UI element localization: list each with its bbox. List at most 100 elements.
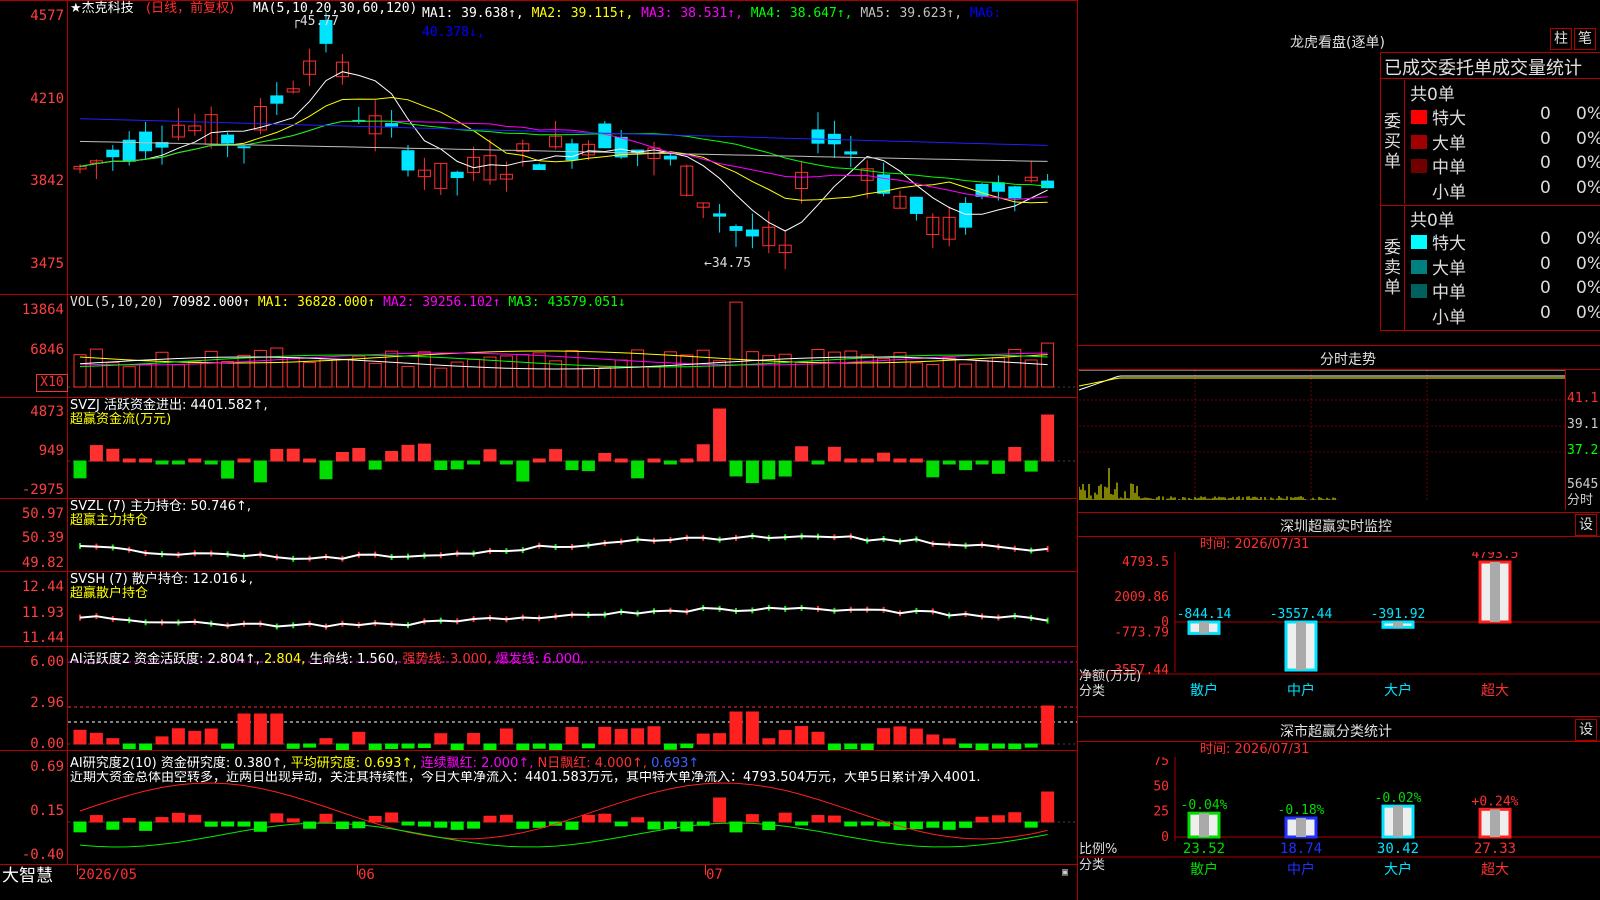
svsh-header: SVSH (7) 散户持仓: 12.016↓, (70, 572, 253, 587)
bar (253, 821, 267, 832)
bar (467, 460, 481, 465)
bar (450, 743, 464, 750)
bar (171, 364, 185, 388)
order-view-button[interactable]: 笔 (1574, 28, 1596, 50)
monitor-settings-button[interactable]: 设 (1575, 514, 1597, 536)
bar (89, 732, 103, 745)
bar (401, 444, 415, 462)
air-h-e: 0.693↑ (651, 756, 700, 771)
bar (614, 728, 628, 745)
bar (221, 361, 235, 388)
monitor-bar (1284, 620, 1318, 672)
sell-side-divider (1404, 206, 1405, 330)
monitor-y-tick: 2009.86 (1114, 590, 1169, 605)
candlestick-chart[interactable] (68, 1, 1077, 293)
bar (434, 821, 448, 828)
chart-mode[interactable]: (日线，前复权) (146, 2, 234, 16)
bar (581, 460, 595, 472)
lock-icon[interactable]: ▣ (1062, 868, 1072, 878)
classify-bar-chart[interactable]: 75 50 25 0 比例%分类 -0.04% 23.52 散户 -0.18% 18.74 中户 -0… (1079, 757, 1600, 900)
bar (663, 743, 677, 750)
bar (253, 460, 267, 483)
bar (647, 366, 661, 388)
candle-body (745, 229, 759, 237)
bar (647, 821, 661, 830)
monitor-ylabel: 净额(万元) (1079, 669, 1141, 684)
candle-body (139, 131, 153, 152)
longhu-box-top (1380, 52, 1600, 53)
monitor-y-tick: -773.79 (1114, 625, 1169, 640)
monitor-bar-chart[interactable]: 4793.52009.860-773.79-3557.44净额(万元)分类-84… (1079, 552, 1600, 712)
row-count: 0 (1540, 177, 1551, 198)
stock-title[interactable]: ★杰克科技 (70, 2, 134, 16)
candle-body (713, 213, 727, 217)
bar (631, 817, 645, 823)
air-h-d: N日飘红: 4.000↑, (537, 756, 648, 771)
bar (713, 408, 727, 462)
classify-bar-name: 超大 (1481, 862, 1509, 878)
ma-value-2: MA2: 39.115↑, (531, 6, 642, 21)
bar (877, 452, 891, 462)
bar (647, 458, 661, 463)
bar (827, 446, 841, 462)
bar (188, 361, 202, 388)
classify-bar-shade (1296, 818, 1306, 837)
volume-chart[interactable] (68, 295, 1077, 397)
bar (860, 458, 874, 463)
bar (729, 711, 743, 745)
svzj-chart[interactable] (68, 398, 1077, 498)
bar-view-button[interactable]: 柱 (1550, 28, 1572, 50)
svzl-tick: 50.97 (21, 506, 64, 522)
bar (860, 354, 874, 388)
bar (237, 821, 251, 827)
x-tick: 2026/05 (78, 867, 138, 883)
bar (663, 351, 677, 388)
bar (614, 458, 628, 463)
bar (483, 815, 497, 823)
classify-settings-button[interactable]: 设 (1575, 719, 1597, 741)
classify-title-line (1078, 741, 1600, 742)
ma-line-5 (79, 140, 1048, 162)
app-logo: 大智慧 (2, 866, 53, 886)
holding-line (79, 534, 1048, 560)
candle-body (991, 182, 1005, 192)
candle-body (106, 149, 120, 158)
bar (253, 713, 267, 745)
bar (516, 354, 530, 388)
bar (467, 821, 481, 829)
bar (286, 743, 300, 749)
row-pct: 0% (1576, 253, 1600, 274)
air-h-b: 平均研究度: 0.693↑, (290, 756, 417, 771)
monitor-title: 深圳超赢实时监控 (1280, 519, 1392, 535)
bar (483, 356, 497, 388)
row-name: 特大 (1432, 109, 1466, 129)
intraday-tick: 41.1 (1567, 391, 1599, 406)
legend-swatch (1411, 284, 1427, 298)
bar (319, 460, 333, 480)
bar (549, 743, 563, 750)
row-count: 0 (1540, 104, 1551, 124)
bar (122, 366, 136, 388)
bar (499, 814, 513, 823)
monitor-bar-value: 4793.5 (1472, 552, 1519, 562)
classify-bar-pct: 27.33 (1474, 841, 1516, 857)
monitor-time: 时间: 2026/07/31 (1200, 537, 1310, 552)
candle-body (450, 171, 464, 179)
bar (581, 743, 595, 749)
row-count: 0 (1540, 153, 1551, 173)
longhu-tab[interactable]: 已成交委托单成交量统计 (1384, 54, 1582, 80)
intraday-chart[interactable] (1079, 370, 1565, 510)
bar (467, 732, 481, 745)
buy-side-label: 委买单 (1384, 112, 1401, 172)
vol-ma1: MA1: 36828.000↑ (257, 295, 376, 310)
classify-ylabel: 比例% (1079, 842, 1117, 857)
monitor-bar-shade (1199, 622, 1209, 634)
monitor-bar-name: 超大 (1481, 683, 1509, 699)
classify-bar-pct: 23.52 (1183, 841, 1225, 857)
bar (827, 743, 841, 750)
bar (499, 728, 513, 745)
bar (516, 821, 530, 829)
bar (1008, 812, 1022, 823)
bar (270, 448, 284, 462)
bar (499, 460, 513, 465)
